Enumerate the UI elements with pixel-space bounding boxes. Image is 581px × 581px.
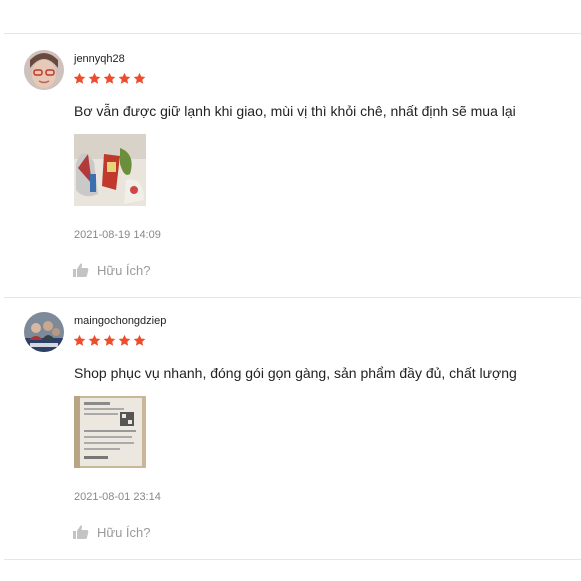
- helpful-label: Hữu Ích?: [97, 262, 151, 278]
- star-icon: [118, 334, 131, 346]
- star-icon: [88, 334, 101, 346]
- review-item: maingochongdziep Shop phục vụ nhanh, đón…: [0, 296, 581, 558]
- star-icon: [73, 72, 86, 84]
- review-photo[interactable]: [74, 134, 146, 206]
- thumbs-up-icon: [73, 263, 89, 277]
- star-icon: [103, 334, 116, 346]
- username: jennyqh28: [74, 53, 125, 65]
- star-rating: [73, 334, 146, 348]
- star-icon: [133, 72, 146, 84]
- avatar[interactable]: [24, 312, 64, 352]
- bottom-divider: [4, 559, 581, 560]
- star-icon: [73, 334, 86, 346]
- review-item: jennyqh28 Bơ vẫn được giữ lạnh khi giao,…: [0, 34, 581, 296]
- helpful-button[interactable]: Hữu Ích?: [73, 262, 151, 278]
- star-icon: [88, 72, 101, 84]
- thumbs-up-icon: [73, 525, 89, 539]
- star-icon: [133, 334, 146, 346]
- star-icon: [118, 72, 131, 84]
- review-photo[interactable]: [74, 396, 146, 468]
- star-icon: [103, 72, 116, 84]
- review-timestamp: 2021-08-19 14:09: [74, 229, 161, 241]
- review-comment: Shop phục vụ nhanh, đóng gói gọn gàng, s…: [74, 365, 517, 381]
- helpful-label: Hữu Ích?: [97, 524, 151, 540]
- helpful-button[interactable]: Hữu Ích?: [73, 524, 151, 540]
- star-rating: [73, 72, 146, 86]
- username: maingochongdziep: [74, 315, 167, 327]
- review-timestamp: 2021-08-01 23:14: [74, 491, 161, 503]
- avatar[interactable]: [24, 50, 64, 90]
- review-comment: Bơ vẫn được giữ lạnh khi giao, mùi vị th…: [74, 103, 516, 119]
